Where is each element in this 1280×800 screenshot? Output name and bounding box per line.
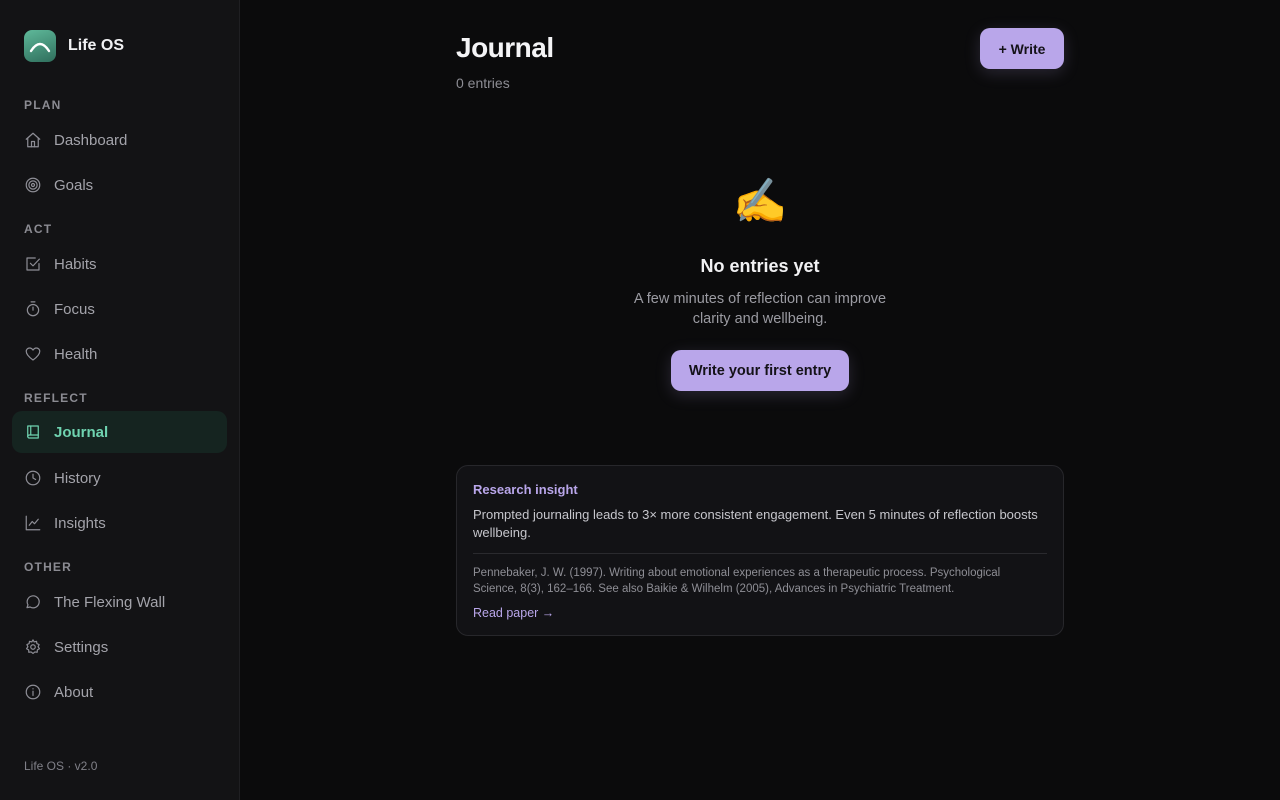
- sidebar-item-insights[interactable]: Insights: [12, 502, 227, 544]
- empty-state-description: A few minutes of reflection can improve …: [633, 291, 887, 327]
- insight-body: Prompted journaling leads to 3× more con…: [473, 507, 1038, 540]
- brand-logo: [24, 30, 56, 62]
- research-insight-card: Research insight Prompted journaling lea…: [456, 465, 1064, 636]
- sidebar-item-history[interactable]: History: [12, 457, 227, 499]
- page-title: Journal: [456, 32, 554, 63]
- sidebar-item-label: Health: [54, 345, 98, 363]
- section-label-other: OTHER: [24, 560, 72, 574]
- write-button[interactable]: + Write: [980, 28, 1064, 69]
- brand-name: Life OS: [68, 37, 125, 54]
- sidebar-item-goals[interactable]: Goals: [12, 164, 227, 206]
- section-label-act: ACT: [24, 222, 53, 236]
- sidebar-item-label: Insights: [54, 514, 106, 532]
- writing-hand-icon: ✍️: [732, 177, 788, 226]
- sidebar-item-label: About: [54, 683, 94, 701]
- info-icon: [24, 683, 42, 701]
- insight-heading: Research insight: [473, 482, 578, 497]
- chat-bubble-icon: [24, 593, 42, 611]
- sidebar-item-about[interactable]: About: [12, 671, 227, 713]
- clock-icon: [24, 469, 42, 487]
- sidebar-item-dashboard[interactable]: Dashboard: [12, 119, 227, 161]
- write-first-entry-button[interactable]: Write your first entry: [670, 350, 850, 391]
- heart-icon: [24, 345, 42, 363]
- sidebar-item-label: History: [54, 469, 101, 487]
- sidebar-item-label: Focus: [54, 300, 95, 318]
- checkbox-icon: [24, 255, 42, 273]
- app: Life OS PLAN Dashboard Goals ACT Habits: [0, 0, 1280, 800]
- sidebar-item-label: Settings: [54, 638, 109, 656]
- sidebar-item-focus[interactable]: Focus: [12, 288, 227, 330]
- home-icon: [24, 131, 42, 149]
- insight-citation: Pennebaker, J. W. (1997). Writing about …: [473, 567, 1001, 595]
- chart-line-icon: [24, 514, 42, 532]
- sidebar-item-health[interactable]: Health: [12, 333, 227, 375]
- divider: [473, 553, 1047, 554]
- gear-icon: [24, 638, 42, 656]
- brand[interactable]: Life OS: [24, 30, 124, 62]
- sidebar-item-habits[interactable]: Habits: [12, 243, 227, 285]
- empty-state-title: No entries yet: [700, 256, 820, 276]
- main-content: Journal 0 entries + Write ✍️ No entries …: [240, 0, 1280, 800]
- arc-icon: [29, 42, 51, 53]
- app-version: Life OS · v2.0: [24, 759, 98, 773]
- sidebar-item-label: Habits: [54, 255, 97, 273]
- read-paper-link[interactable]: Read paper →: [473, 606, 554, 620]
- sidebar-item-settings[interactable]: Settings: [12, 626, 227, 668]
- sidebar-item-flexing-wall[interactable]: The Flexing Wall: [12, 581, 227, 623]
- sidebar-item-label: The Flexing Wall: [54, 593, 166, 611]
- timer-icon: [24, 300, 42, 318]
- section-label-reflect: REFLECT: [24, 391, 88, 405]
- sidebar: Life OS PLAN Dashboard Goals ACT Habits: [0, 0, 240, 800]
- section-label-plan: PLAN: [24, 98, 62, 112]
- sidebar-item-label: Journal: [54, 423, 109, 441]
- sidebar-item-label: Goals: [54, 176, 94, 194]
- target-icon: [24, 176, 42, 194]
- sidebar-item-label: Dashboard: [54, 131, 128, 149]
- book-icon: [24, 423, 42, 441]
- entry-count: 0 entries: [456, 75, 510, 91]
- sidebar-item-journal[interactable]: Journal: [12, 411, 227, 453]
- empty-state: ✍️ No entries yet A few minutes of refle…: [456, 170, 1064, 391]
